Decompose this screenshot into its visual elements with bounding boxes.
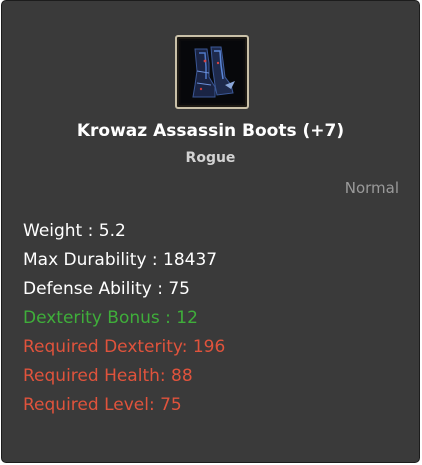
item-rarity: Normal <box>344 179 399 197</box>
item-icon-frame <box>175 35 249 109</box>
stat-required-health: Required Health: 88 <box>23 366 193 386</box>
item-name: Krowaz Assassin Boots (+7) <box>76 121 345 141</box>
assassin-boots-icon <box>181 41 243 103</box>
item-class: Rogue <box>185 150 236 166</box>
stat-defense-ability: Defense Ability : 75 <box>23 279 190 299</box>
item-tooltip: Krowaz Assassin Boots (+7) Rogue Normal … <box>1 0 420 463</box>
stat-dexterity-bonus: Dexterity Bonus : 12 <box>23 308 198 328</box>
item-stats-list: Weight : 5.2 Max Durability : 18437 Defe… <box>23 217 225 420</box>
stat-required-level: Required Level: 75 <box>23 395 182 415</box>
stat-required-dexterity: Required Dexterity: 196 <box>23 337 226 357</box>
stat-weight: Weight : 5.2 <box>23 221 126 241</box>
stat-max-durability: Max Durability : 18437 <box>23 250 218 270</box>
